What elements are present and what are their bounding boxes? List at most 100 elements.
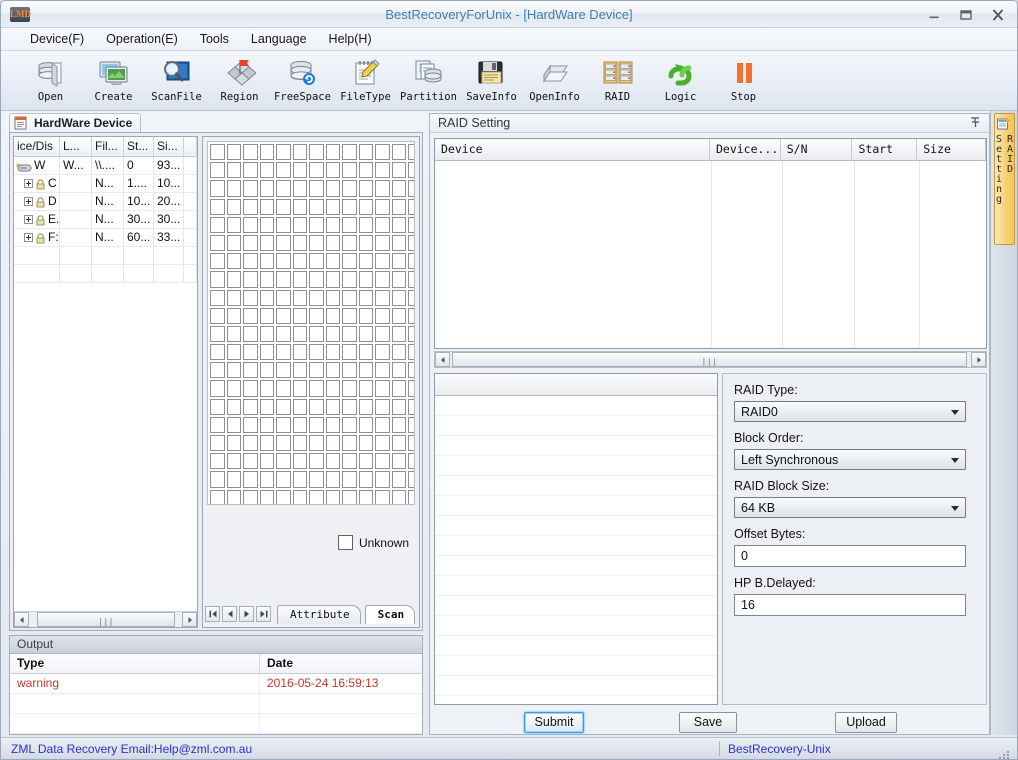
map-cell[interactable]: [259, 234, 274, 252]
map-cell[interactable]: [391, 307, 406, 324]
list-item[interactable]: [435, 596, 717, 616]
table-row[interactable]: warning 2016-05-24 16:59:13: [10, 674, 422, 694]
map-cell[interactable]: [292, 325, 307, 343]
col-device-disk[interactable]: ice/Dis: [14, 137, 60, 156]
map-cell[interactable]: [375, 180, 390, 197]
map-cell[interactable]: [226, 307, 241, 324]
menu-item-tools[interactable]: Tools: [189, 29, 240, 49]
map-cell[interactable]: [342, 435, 357, 452]
map-cell[interactable]: [342, 253, 357, 270]
map-cell[interactable]: [391, 362, 406, 379]
map-cell[interactable]: [342, 289, 357, 306]
col-size[interactable]: Size: [917, 139, 987, 160]
map-cell[interactable]: [276, 180, 291, 197]
expander-icon[interactable]: [24, 233, 33, 242]
toolbar-button-partition[interactable]: Partition: [397, 53, 460, 109]
map-cell[interactable]: [309, 435, 324, 452]
map-cell[interactable]: [276, 307, 291, 324]
map-cell[interactable]: [243, 471, 258, 488]
map-cell[interactable]: [210, 271, 225, 288]
map-cell[interactable]: [226, 344, 241, 361]
map-cell[interactable]: [259, 253, 274, 270]
table-row[interactable]: E. N... 30... 30...: [14, 211, 197, 229]
table-row[interactable]: W W... \\.... 0 93...: [14, 157, 197, 175]
map-cell[interactable]: [375, 416, 390, 433]
menu-item-operation[interactable]: Operation(E): [95, 29, 189, 49]
map-cell[interactable]: [408, 489, 414, 504]
map-cell[interactable]: [243, 416, 258, 433]
map-cell[interactable]: [358, 234, 373, 252]
map-cell[interactable]: [259, 398, 274, 415]
map-cell[interactable]: [358, 253, 373, 270]
map-cell[interactable]: [358, 362, 373, 379]
map-cell[interactable]: [325, 416, 340, 433]
map-cell[interactable]: [391, 380, 406, 397]
map-cell[interactable]: [408, 253, 414, 270]
map-cell[interactable]: [276, 471, 291, 488]
map-cell[interactable]: [375, 144, 390, 161]
map-cell[interactable]: [325, 307, 340, 324]
map-cell[interactable]: [358, 325, 373, 343]
list-item[interactable]: [435, 456, 717, 476]
map-cell[interactable]: [259, 362, 274, 379]
map-cell[interactable]: [391, 144, 406, 161]
close-icon[interactable]: [987, 5, 1009, 24]
map-cell[interactable]: [259, 344, 274, 361]
map-cell[interactable]: [210, 453, 225, 470]
next-record-icon[interactable]: [239, 606, 254, 622]
map-cell[interactable]: [276, 198, 291, 215]
map-cell[interactable]: [226, 289, 241, 306]
map-cell[interactable]: [408, 380, 414, 397]
map-cell[interactable]: [226, 271, 241, 288]
map-cell[interactable]: [325, 344, 340, 361]
list-item[interactable]: [435, 656, 717, 676]
map-cell[interactable]: [325, 489, 340, 504]
map-cell[interactable]: [325, 144, 340, 161]
map-cell[interactable]: [309, 234, 324, 252]
map-cell[interactable]: [391, 289, 406, 306]
map-cell[interactable]: [226, 198, 241, 215]
map-cell[interactable]: [259, 289, 274, 306]
map-cell[interactable]: [391, 180, 406, 197]
map-cell[interactable]: [226, 416, 241, 433]
table-row[interactable]: C N... 1.... 10...: [14, 175, 197, 193]
table-row[interactable]: [14, 247, 197, 265]
minimize-icon[interactable]: [923, 5, 945, 24]
list-item[interactable]: [435, 396, 717, 416]
map-cell[interactable]: [292, 453, 307, 470]
map-cell[interactable]: [259, 271, 274, 288]
map-cell[interactable]: [358, 271, 373, 288]
menu-item-help[interactable]: Help(H): [318, 29, 383, 49]
map-cell[interactable]: [309, 180, 324, 197]
first-record-icon[interactable]: [205, 606, 220, 622]
map-cell[interactable]: [292, 489, 307, 504]
map-cell[interactable]: [375, 344, 390, 361]
map-cell[interactable]: [210, 489, 225, 504]
map-cell[interactable]: [292, 416, 307, 433]
map-cell[interactable]: [259, 180, 274, 197]
map-cell[interactable]: [276, 416, 291, 433]
map-cell[interactable]: [408, 180, 414, 197]
map-cell[interactable]: [342, 234, 357, 252]
hp-b-delayed-input[interactable]: 16: [734, 594, 966, 616]
map-cell[interactable]: [292, 253, 307, 270]
block-order-select[interactable]: Left Synchronous: [734, 449, 966, 470]
map-cell[interactable]: [358, 289, 373, 306]
map-cell[interactable]: [243, 253, 258, 270]
map-cell[interactable]: [342, 344, 357, 361]
scroll-right-icon[interactable]: [971, 352, 986, 367]
map-cell[interactable]: [210, 307, 225, 324]
hscroll-thumb[interactable]: |||: [37, 612, 175, 627]
map-cell[interactable]: [259, 471, 274, 488]
map-cell[interactable]: [391, 471, 406, 488]
map-cell[interactable]: [259, 216, 274, 233]
map-cell[interactable]: [243, 307, 258, 324]
map-cell[interactable]: [408, 325, 414, 343]
map-cell[interactable]: [276, 216, 291, 233]
map-cell[interactable]: [292, 234, 307, 252]
map-cell[interactable]: [325, 398, 340, 415]
map-cell[interactable]: [210, 216, 225, 233]
map-cell[interactable]: [210, 198, 225, 215]
map-cell[interactable]: [358, 489, 373, 504]
menu-item-language[interactable]: Language: [240, 29, 318, 49]
